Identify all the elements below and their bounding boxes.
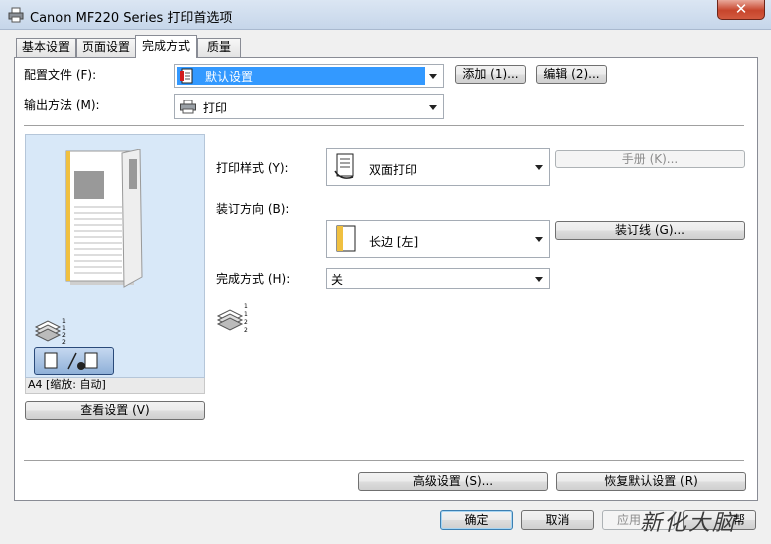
duplex-print-icon bbox=[334, 153, 354, 179]
tab-finishing[interactable]: 完成方式 bbox=[135, 35, 197, 58]
chevron-down-icon bbox=[535, 165, 543, 170]
chevron-down-icon bbox=[429, 74, 437, 79]
watermark-text: 新化大脑 bbox=[640, 511, 737, 536]
binding-location-label: 装订方向 (B): bbox=[216, 202, 290, 216]
tab-page-setup[interactable]: 页面设置 bbox=[76, 38, 136, 57]
output-method-value: 打印 bbox=[203, 101, 228, 115]
tab-basic-settings[interactable]: 基本设置 bbox=[16, 38, 76, 57]
booklet-button[interactable]: 手册 (K)... bbox=[555, 150, 745, 168]
svg-text:2: 2 bbox=[244, 319, 248, 326]
print-style-value: 双面打印 bbox=[369, 163, 418, 177]
printer-icon bbox=[180, 100, 196, 114]
separator bbox=[24, 460, 744, 461]
duplex-icon bbox=[44, 352, 98, 370]
print-style-select[interactable]: 双面打印 bbox=[326, 148, 550, 186]
paper-stack-icon: 1 1 2 2 bbox=[34, 318, 66, 345]
cancel-button[interactable]: 取消 bbox=[521, 510, 594, 530]
tab-quality[interactable]: 质量 bbox=[197, 38, 241, 57]
edit-profile-button[interactable]: 编辑 (2)... bbox=[536, 65, 607, 84]
chevron-down-icon bbox=[535, 237, 543, 242]
layout-toggle-button[interactable] bbox=[34, 347, 114, 375]
finishing-select[interactable]: 关 bbox=[326, 268, 550, 289]
printer-icon bbox=[8, 7, 24, 23]
svg-text:1: 1 bbox=[244, 303, 248, 310]
svg-text:1: 1 bbox=[244, 311, 248, 318]
window-title: Canon MF220 Series 打印首选项 bbox=[30, 11, 233, 26]
finishing-value: 关 bbox=[331, 273, 344, 287]
close-button[interactable]: ✕ bbox=[717, 0, 765, 20]
profile-icon bbox=[180, 68, 193, 84]
binding-location-value: 长边 [左] bbox=[369, 235, 419, 249]
profile-select[interactable]: 默认设置 bbox=[174, 64, 444, 88]
collate-icon: 1 1 2 2 bbox=[216, 303, 248, 334]
separator bbox=[24, 125, 744, 126]
svg-text:2: 2 bbox=[62, 332, 66, 339]
advanced-settings-button[interactable]: 高级设置 (S)... bbox=[358, 472, 548, 491]
gutter-button[interactable]: 装订线 (G)... bbox=[555, 221, 745, 240]
output-method-select[interactable]: 打印 bbox=[174, 94, 444, 119]
svg-text:1: 1 bbox=[62, 318, 66, 325]
profile-value: 默认设置 bbox=[205, 70, 254, 84]
print-style-label: 打印样式 (Y): bbox=[216, 161, 289, 175]
restore-defaults-button[interactable]: 恢复默认设置 (R) bbox=[556, 472, 746, 491]
ok-button[interactable]: 确定 bbox=[440, 510, 513, 530]
finishing-label: 完成方式 (H): bbox=[216, 272, 291, 286]
duplex-page-preview-icon bbox=[65, 149, 143, 288]
output-method-label: 输出方法 (M): bbox=[24, 98, 100, 112]
svg-text:1: 1 bbox=[62, 325, 66, 332]
view-settings-button[interactable]: 查看设置 (V) bbox=[25, 401, 205, 420]
chevron-down-icon bbox=[535, 276, 543, 282]
svg-text:2: 2 bbox=[62, 339, 66, 345]
binding-location-select[interactable]: 长边 [左] bbox=[326, 220, 550, 258]
chevron-down-icon bbox=[429, 104, 437, 110]
add-profile-button[interactable]: 添加 (1)... bbox=[455, 65, 526, 84]
long-edge-left-icon bbox=[336, 225, 356, 252]
paper-size-status: A4 [缩放: 自动] bbox=[25, 378, 205, 394]
profile-label: 配置文件 (F): bbox=[24, 68, 97, 82]
svg-text:2: 2 bbox=[244, 327, 248, 334]
page-preview: 1 1 2 2 bbox=[25, 134, 205, 378]
